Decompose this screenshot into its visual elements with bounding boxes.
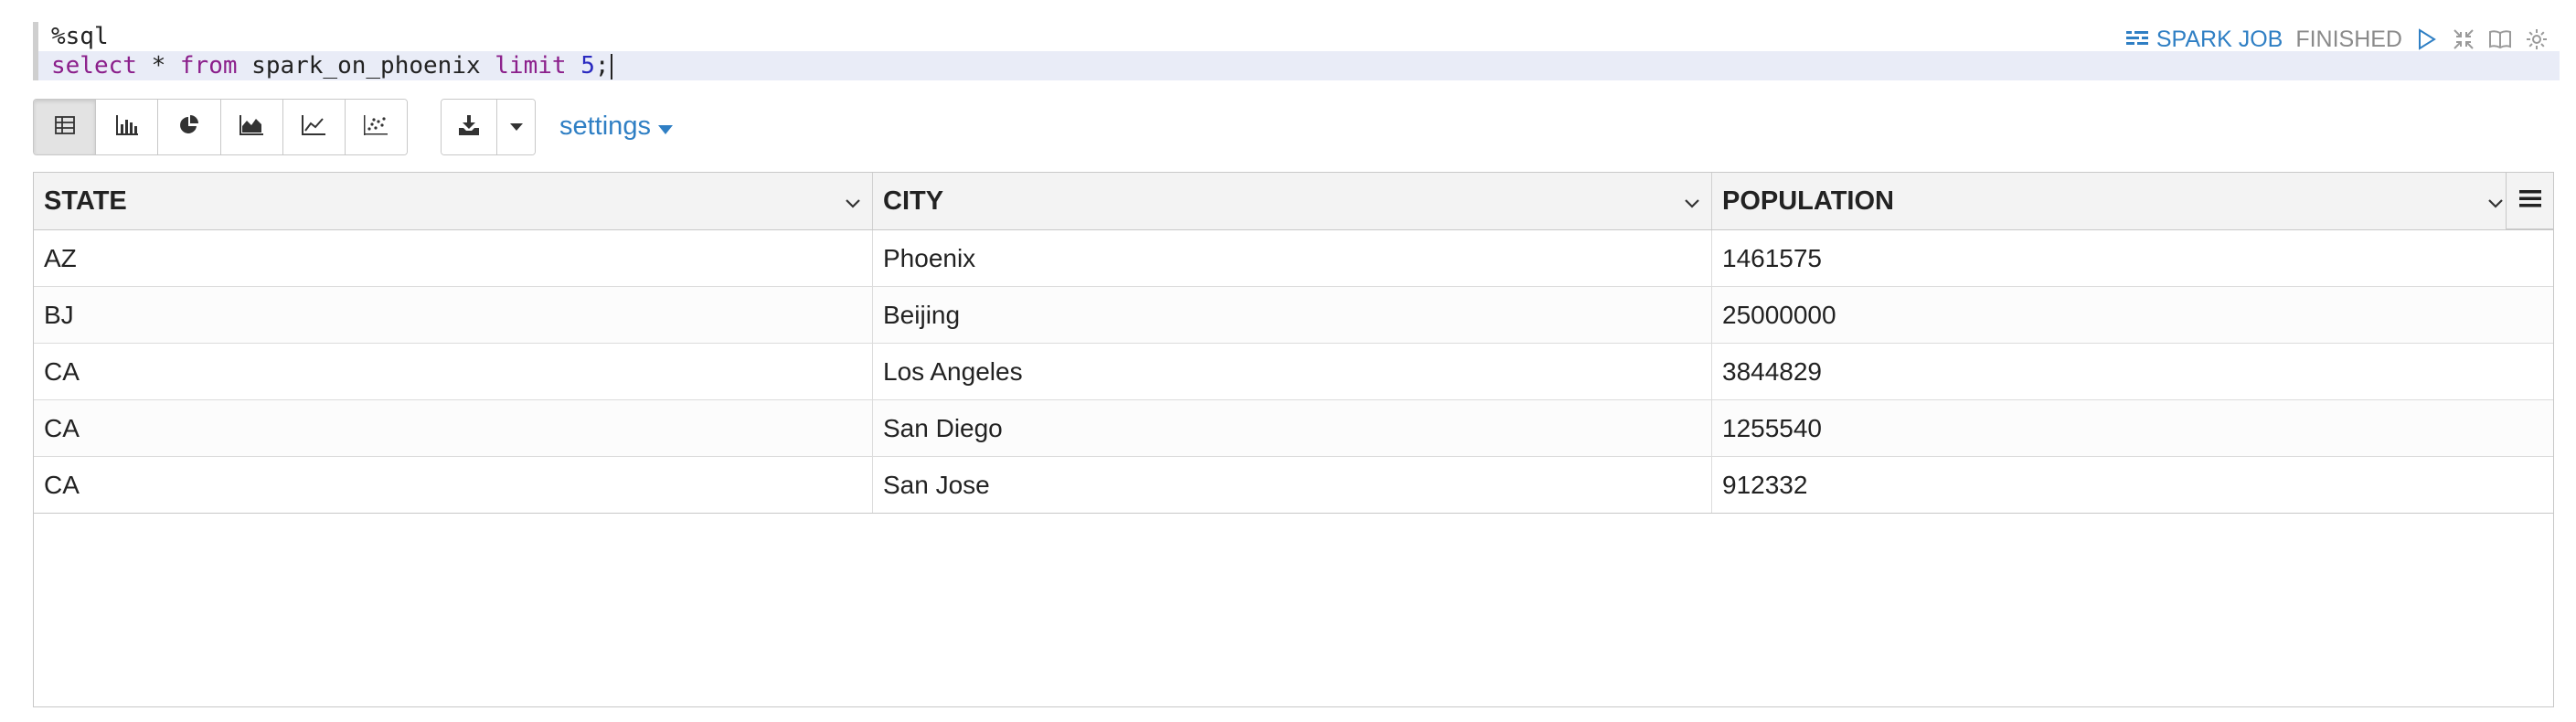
table-body: AZ Phoenix 1461575 BJ Beijing 25000000 C… [34,230,2553,514]
pie-chart-button[interactable] [158,100,221,154]
tasks-icon [2125,27,2149,51]
cell-state: BJ [34,287,873,343]
table-header-row: STATE CITY POPULATION [34,173,2553,230]
column-header-state[interactable]: STATE [34,173,873,229]
line-chart-button[interactable] [282,100,346,154]
chevron-down-icon[interactable] [845,186,861,217]
paragraph-status-bar: SPARK JOB FINISHED [2125,24,2549,55]
hamburger-menu-icon [2518,189,2541,212]
visualization-button-group [33,99,408,155]
table-row[interactable]: CA San Jose 912332 [34,457,2553,513]
cell-population: 3844829 [1722,356,1823,386]
paragraph-state: FINISHED [2295,26,2402,52]
area-chart-icon [240,114,264,140]
settings-label: settings [559,111,651,141]
sql-keyword-from: from [179,52,238,80]
sql-space [567,52,581,80]
download-button[interactable] [442,100,497,154]
spark-job-label: SPARK JOB [2156,26,2283,52]
scatter-chart-icon [364,114,389,140]
collapse-icon[interactable] [2452,27,2475,51]
column-header-city[interactable]: CITY [873,173,1712,229]
sql-keyword-limit: limit [495,52,567,80]
table-row[interactable]: CA Los Angeles 3844829 [34,344,2553,400]
cell-population: 25000000 [1722,300,1836,329]
chevron-down-icon[interactable] [1684,186,1700,217]
bar-chart-icon [115,114,138,140]
column-header-label: STATE [44,186,127,216]
table-row[interactable]: BJ Beijing 25000000 [34,287,2553,344]
result-table: STATE CITY POPULATION AZ Phoenix 1461575 [33,172,2554,707]
spark-job-link[interactable]: SPARK JOB [2125,27,2283,53]
cell-city: San Diego [873,400,1712,456]
caret-down-icon [657,108,673,144]
interpreter-directive: %sql [51,23,109,50]
gear-icon[interactable] [2525,27,2549,51]
book-icon[interactable] [2488,27,2512,51]
caret-down-icon [509,119,523,135]
sql-table-name: spark_on_phoenix [237,52,495,80]
table-icon [54,115,75,139]
cell-state: CA [34,344,873,399]
cell-city: Beijing [873,287,1712,343]
chevron-down-icon[interactable] [2487,186,2504,217]
download-options-dropdown[interactable] [497,100,535,154]
table-view-button[interactable] [34,100,97,154]
scatter-chart-button[interactable] [345,100,407,154]
table-row[interactable]: AZ Phoenix 1461575 [34,230,2553,287]
cell-city: Phoenix [873,230,1712,286]
grid-menu-button[interactable] [2506,173,2553,229]
sql-keyword-select: select [51,52,137,80]
settings-toggle[interactable]: settings [559,108,673,144]
sql-star: * [136,52,180,80]
cell-state: AZ [34,230,873,286]
line-chart-icon [302,114,326,140]
column-header-label: POPULATION [1722,186,1894,216]
table-row[interactable]: CA San Diego 1255540 [34,400,2553,457]
cell-state: CA [34,400,873,456]
download-icon [458,114,480,140]
area-chart-button[interactable] [220,100,283,154]
column-header-label: CITY [883,186,944,216]
sql-number: 5 [580,52,595,80]
cell-population: 1255540 [1722,413,1823,442]
text-cursor [610,53,612,80]
cell-city: Los Angeles [873,344,1712,399]
download-button-group [441,99,536,155]
code-line-2[interactable]: select * from spark_on_phoenix limit 5; [38,51,2560,80]
column-header-population[interactable]: POPULATION [1712,173,2553,229]
pie-chart-icon [178,114,200,141]
sql-semicolon: ; [594,52,610,80]
bar-chart-button[interactable] [96,100,159,154]
cell-population: 1461575 [1722,243,1823,272]
cell-state: CA [34,457,873,513]
cell-city: San Jose [873,457,1712,513]
cell-population: 912332 [1722,470,1808,499]
run-icon[interactable] [2415,27,2439,51]
